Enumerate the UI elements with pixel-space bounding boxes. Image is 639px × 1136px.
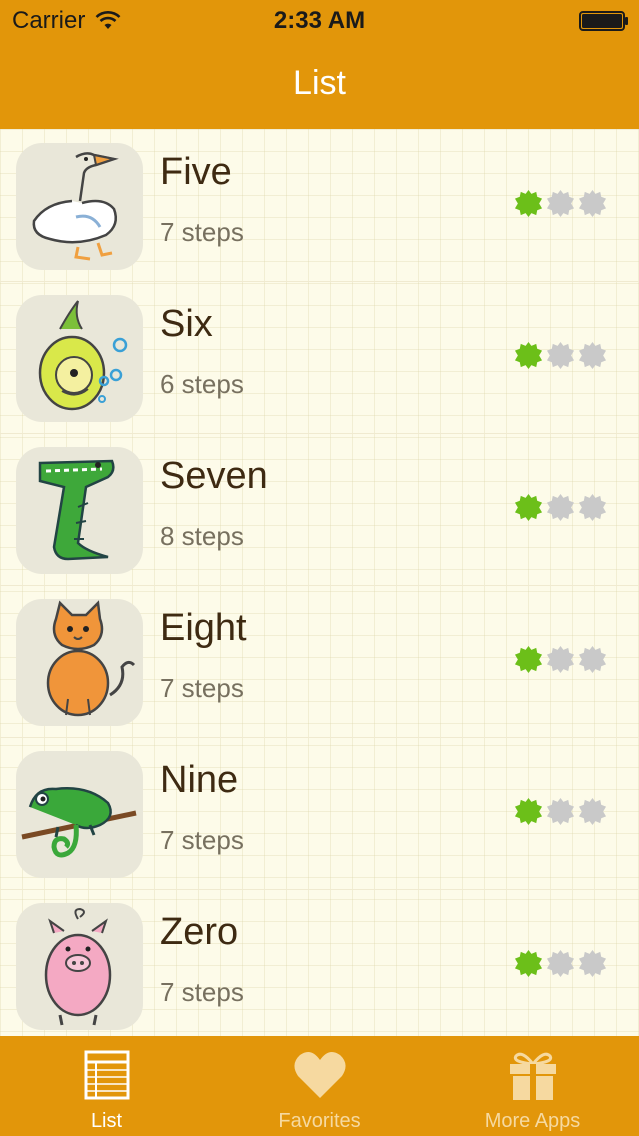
- crocodile-icon: [38, 459, 115, 561]
- status-bar: Carrier 2:33 AM: [0, 0, 639, 40]
- badge-incomplete-icon: [546, 949, 575, 978]
- tab-label: More Apps: [484, 1110, 581, 1132]
- item-steps: 7 steps: [160, 977, 244, 1007]
- progress-badges: [514, 493, 607, 522]
- goose-icon: [32, 152, 119, 261]
- badge-incomplete-icon: [546, 797, 575, 826]
- badge-incomplete-icon: [546, 645, 575, 674]
- list-item[interactable]: Zero 7 steps: [0, 889, 639, 1036]
- cat-icon: [46, 600, 136, 717]
- drawing-list: Five 7 steps Six 6 steps Seven 8 steps E…: [0, 129, 639, 1036]
- progress-badges: [514, 797, 607, 826]
- page-title: List: [293, 64, 346, 102]
- badge-complete-icon: [514, 949, 543, 978]
- badge-incomplete-icon: [578, 645, 607, 674]
- pig-icon: [44, 907, 112, 1026]
- gift-icon: [509, 1052, 556, 1100]
- tab-bar: List Favorites More Apps: [0, 1036, 639, 1136]
- list-item-thumbnail: [16, 599, 143, 726]
- progress-badges: [514, 341, 607, 370]
- list-item-thumbnail: [16, 751, 143, 878]
- tab-list[interactable]: List: [0, 1036, 213, 1136]
- badge-complete-icon: [514, 189, 543, 218]
- item-title: Nine: [160, 759, 239, 801]
- list-item-thumbnail: [16, 903, 143, 1030]
- item-steps: 7 steps: [160, 673, 244, 703]
- item-title: Seven: [160, 455, 268, 497]
- badge-incomplete-icon: [546, 341, 575, 370]
- badge-complete-icon: [514, 645, 543, 674]
- chameleon-icon: [21, 787, 137, 858]
- list-item[interactable]: Six 6 steps: [0, 281, 639, 434]
- badge-incomplete-icon: [546, 189, 575, 218]
- badge-incomplete-icon: [578, 189, 607, 218]
- list-item[interactable]: Eight 7 steps: [0, 585, 639, 738]
- progress-badges: [514, 949, 607, 978]
- item-title: Zero: [160, 911, 239, 953]
- badge-complete-icon: [514, 341, 543, 370]
- item-steps: 7 steps: [160, 825, 244, 855]
- tab-more-apps[interactable]: More Apps: [426, 1036, 639, 1136]
- item-steps: 8 steps: [160, 521, 244, 551]
- badge-complete-icon: [514, 493, 543, 522]
- badge-complete-icon: [514, 797, 543, 826]
- item-title: Six: [160, 303, 213, 345]
- item-title: Five: [160, 151, 232, 193]
- tab-label: Favorites: [278, 1110, 361, 1132]
- list-item[interactable]: Seven 8 steps: [0, 433, 639, 586]
- item-steps: 6 steps: [160, 369, 244, 399]
- tab-label: List: [90, 1110, 123, 1132]
- list-item[interactable]: Nine 7 steps: [0, 737, 639, 890]
- badge-incomplete-icon: [546, 493, 575, 522]
- header: Carrier 2:33 AM List: [0, 0, 639, 129]
- list-item-thumbnail: [16, 447, 143, 574]
- list-item-thumbnail: [16, 143, 143, 270]
- item-steps: 7 steps: [160, 217, 244, 247]
- list-icon: [84, 1050, 129, 1100]
- tab-favorites[interactable]: Favorites: [213, 1036, 426, 1136]
- list-item-thumbnail: [16, 295, 143, 422]
- heart-icon: [293, 1051, 346, 1098]
- badge-incomplete-icon: [578, 949, 607, 978]
- item-title: Eight: [160, 607, 247, 649]
- badge-incomplete-icon: [578, 493, 607, 522]
- list-item[interactable]: Five 7 steps: [0, 129, 639, 282]
- badge-incomplete-icon: [578, 341, 607, 370]
- fish-icon: [38, 300, 128, 411]
- progress-badges: [514, 189, 607, 218]
- progress-badges: [514, 645, 607, 674]
- status-time: 2:33 AM: [273, 7, 366, 34]
- battery-icon: [579, 11, 628, 31]
- badge-incomplete-icon: [578, 797, 607, 826]
